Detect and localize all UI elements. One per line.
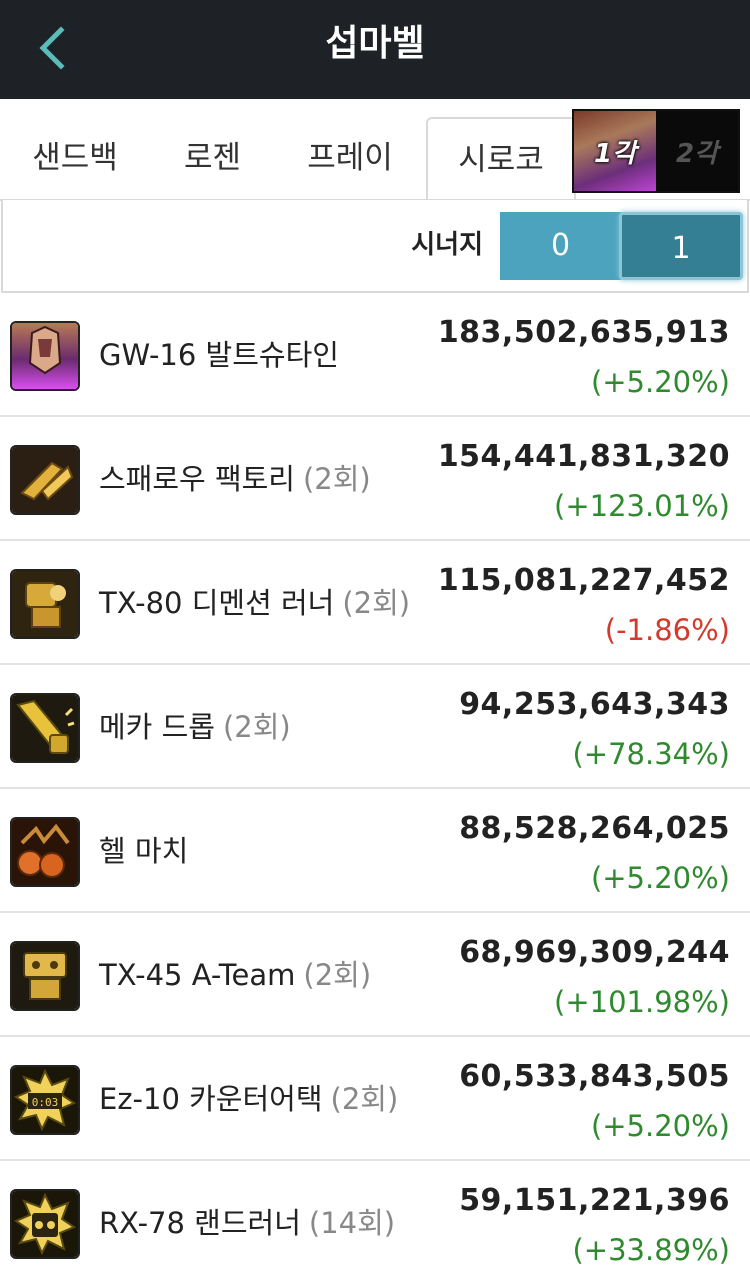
damage-value: 68,969,309,244 [459,935,730,970]
svg-text:0:03: 0:03 [32,1096,59,1109]
hell-march-icon [10,817,80,887]
damage-change: (+123.01%) [554,489,730,523]
damage-value: 115,081,227,452 [437,563,730,598]
skill-name: TX-45 A-Team (2회) [99,958,372,992]
skill-name: Ez-10 카운터어택 (2회) [99,1082,399,1116]
skill-name: 스패로우 팩토리 (2회) [99,462,371,496]
skill-name: GW-16 발트슈타인 [99,338,339,372]
damage-change: (+5.20%) [590,861,730,895]
a-team-icon [10,941,80,1011]
awakening-toggle[interactable]: 1각 2각 [572,109,740,193]
land-runner-icon [10,1189,80,1259]
list-item[interactable]: 헬 마치 88,528,264,025 (+5.20%) [0,789,750,913]
skill-name: 메카 드롭 (2회) [99,710,291,744]
second-awakening-label: 2각 [675,138,718,169]
damage-value: 88,528,264,025 [459,811,730,846]
waltstein-icon [10,321,80,391]
sparrow-factory-icon [10,445,80,515]
tab-prey[interactable]: 프레이 [285,117,415,200]
synergy-option-1[interactable]: 1 [619,212,743,280]
counter-attack-icon: 0:03 [10,1065,80,1135]
damage-change: (-1.86%) [604,613,730,647]
top-bar: 섭마벨 [0,0,750,99]
skill-damage-list: GW-16 발트슈타인 183,502,635,913 (+5.20%) 스패로… [0,293,750,1281]
list-item[interactable]: TX-80 디멘션 러너 (2회) 115,081,227,452 (-1.86%… [0,541,750,665]
list-item[interactable]: TX-45 A-Team (2회) 68,969,309,244 (+101.98… [0,913,750,1037]
damage-value: 154,441,831,320 [437,439,730,474]
damage-change: (+78.34%) [572,737,730,771]
damage-change: (+101.98%) [554,985,730,1019]
damage-change: (+5.20%) [590,365,730,399]
dimension-runner-icon [10,569,80,639]
synergy-label: 시너지 [411,230,483,260]
skill-name: RX-78 랜드러너 (14회) [99,1206,396,1240]
list-item[interactable]: 메카 드롭 (2회) 94,253,643,343 (+78.34%) [0,665,750,789]
list-item[interactable]: GW-16 발트슈타인 183,502,635,913 (+5.20%) [0,293,750,417]
page-title: 섭마벨 [325,23,425,64]
tab-sandbag[interactable]: 샌드백 [10,117,140,200]
second-awakening-option[interactable]: 2각 [656,111,738,191]
skill-name: TX-80 디멘션 러너 (2회) [99,586,411,620]
synergy-option-0[interactable]: 0 [500,212,621,280]
synergy-bar: 시너지 0 1 [1,200,749,293]
mecha-drop-icon [10,693,80,763]
damage-value: 183,502,635,913 [437,315,730,350]
list-item[interactable]: 스패로우 팩토리 (2회) 154,441,831,320 (+123.01%) [0,417,750,541]
damage-value: 94,253,643,343 [459,687,730,722]
list-item[interactable]: 0:03 Ez-10 카운터어택 (2회) 60,533,843,505 (+5.… [0,1037,750,1161]
tab-rosen[interactable]: 로젠 [150,117,275,200]
first-awakening-option[interactable]: 1각 [574,111,656,191]
list-item[interactable]: RX-78 랜드러너 (14회) 59,151,221,396 (+33.89%) [0,1161,750,1281]
damage-change: (+33.89%) [572,1233,730,1267]
damage-change: (+5.20%) [590,1109,730,1143]
skill-name: 헬 마치 [99,834,189,868]
tab-siroco[interactable]: 시로코 [426,117,576,202]
damage-value: 59,151,221,396 [459,1183,730,1218]
first-awakening-label: 1각 [593,138,636,169]
damage-value: 60,533,843,505 [459,1059,730,1094]
